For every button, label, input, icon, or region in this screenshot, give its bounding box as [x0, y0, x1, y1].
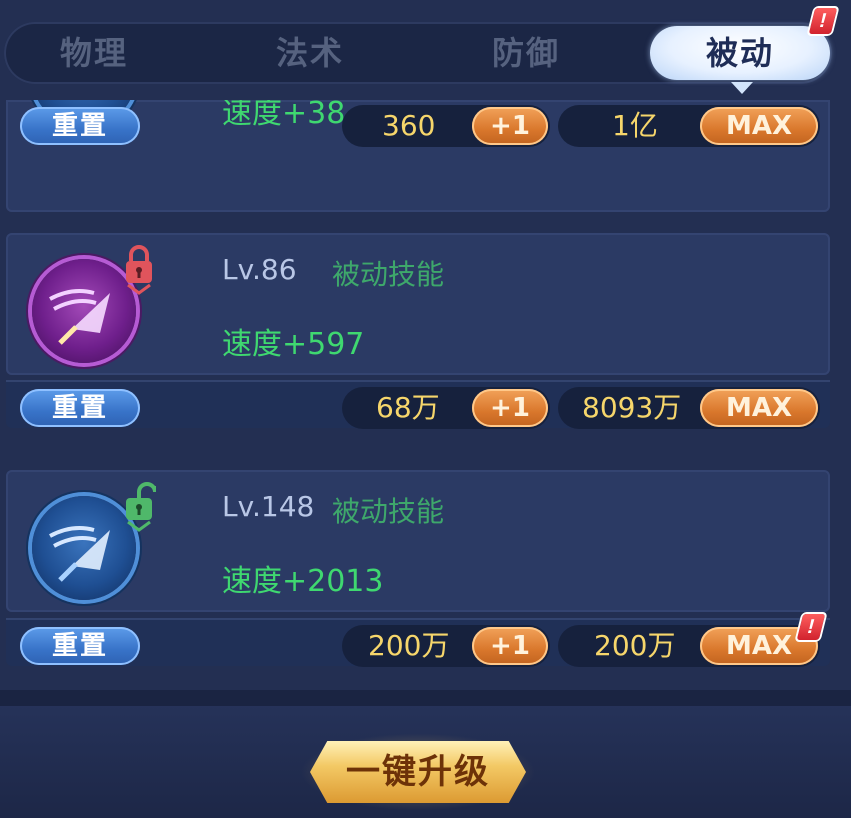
skill-icon[interactable] — [32, 496, 136, 600]
panel-bottom-edge — [0, 690, 851, 706]
skill-type: 被动技能 — [332, 495, 445, 528]
single-cost-value: 68万 — [376, 391, 440, 424]
unlock-icon[interactable] — [122, 478, 157, 536]
plus-one-button[interactable]: +1 — [472, 389, 548, 427]
reset-button[interactable]: 重置 — [20, 107, 140, 145]
skill-stat: 速度+2013 — [222, 564, 384, 599]
skill-action-bar: 重置 68万 +1 8093万 MAX — [6, 380, 830, 429]
skill-blade-icon — [49, 289, 110, 345]
skill-action-row: 重置 68万 +1 8093万 MAX — [6, 380, 830, 429]
tab-defense[interactable]: 防御 — [436, 22, 616, 84]
skill-type: 被动技能 — [332, 258, 445, 291]
single-cost-value: 360 — [382, 109, 436, 142]
tab-physical[interactable]: 物理 — [4, 22, 184, 84]
tab-alert-badge: ! — [808, 8, 838, 34]
plus-one-button[interactable]: +1 — [472, 107, 548, 145]
skill-action-row: 重置 200万 +1 200万 MAX — [6, 618, 830, 667]
skill-action-bar: 重置 200万 +1 200万 MAX — [6, 618, 830, 667]
reset-button[interactable]: 重置 — [20, 389, 140, 427]
upgrade-all-button[interactable]: 一键升级 — [310, 741, 526, 803]
max-cost-value: 1亿 — [612, 109, 658, 142]
max-button[interactable]: MAX — [700, 389, 818, 427]
skill-stat-partial: 速度+38 — [222, 100, 346, 131]
lock-icon[interactable] — [122, 241, 156, 299]
skill-card: Lv.86 被动技能 速度+597 — [6, 233, 830, 375]
tab-magic[interactable]: 法术 — [220, 22, 400, 84]
skill-level: Lv.86 — [222, 253, 297, 286]
reset-button[interactable]: 重置 — [20, 627, 140, 665]
plus-one-button[interactable]: +1 — [472, 627, 548, 665]
single-cost-value: 200万 — [368, 629, 450, 662]
skill-card-partial: 速度+38 重置 360 +1 1亿 MAX — [6, 100, 830, 212]
skill-level: Lv.148 — [222, 490, 315, 523]
max-button[interactable]: MAX — [700, 107, 818, 145]
active-tab-pointer — [731, 82, 753, 94]
skill-blade-icon — [49, 526, 110, 582]
skill-card: Lv.148 被动技能 速度+2013 — [6, 470, 830, 612]
tab-passive[interactable]: 被动 — [650, 26, 830, 80]
skill-category-tabs: 物理 法术 防御 被动 — [4, 22, 832, 84]
max-cost-value: 8093万 — [582, 391, 682, 424]
skill-icon[interactable] — [32, 259, 136, 363]
skill-stat: 速度+597 — [222, 327, 365, 362]
max-cost-value: 200万 — [594, 629, 676, 662]
